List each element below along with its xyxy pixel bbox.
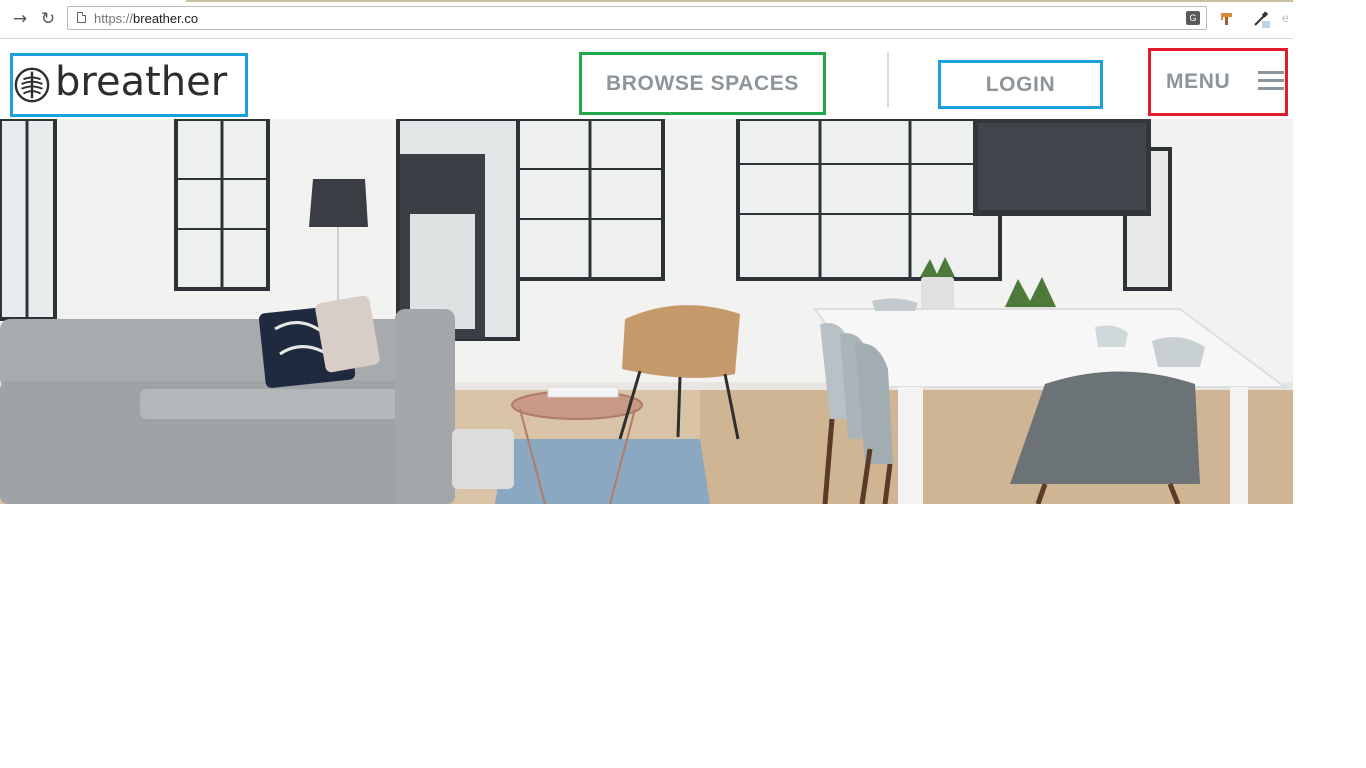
tab-strip-edge [186,0,1293,2]
logo-text: breather [55,59,228,105]
page-icon [77,12,86,23]
paint-brush-icon[interactable] [1218,10,1236,28]
living-room-photo [0,119,1293,504]
header-divider [887,52,889,107]
reload-icon[interactable]: ↻ [38,9,58,29]
hamburger-icon [1258,71,1284,91]
url-text: https://breather.co [94,11,198,26]
menu-label: MENU [1166,70,1231,93]
menu-button[interactable]: MENU [1148,48,1288,116]
breather-logo[interactable]: breather [10,53,248,117]
login-button[interactable]: LOGIN [938,60,1103,109]
breather-leaf-icon [14,67,50,103]
site-header: breather BROWSE SPACES LOGIN MENU [0,39,1293,119]
eyedropper-icon[interactable] [1252,10,1270,28]
toolbar-overflow[interactable]: e [1282,11,1293,29]
forward-icon[interactable]: → [10,9,30,29]
address-bar[interactable]: https://breather.co G [67,6,1207,30]
browser-toolbar: → ↻ https://breather.co G e [0,0,1293,39]
browse-spaces-button[interactable]: BROWSE SPACES [579,52,826,115]
url-scheme: https:// [94,11,134,26]
hero-image [0,119,1293,504]
translate-icon[interactable]: G [1186,11,1200,25]
url-host: breather.co [133,11,199,26]
